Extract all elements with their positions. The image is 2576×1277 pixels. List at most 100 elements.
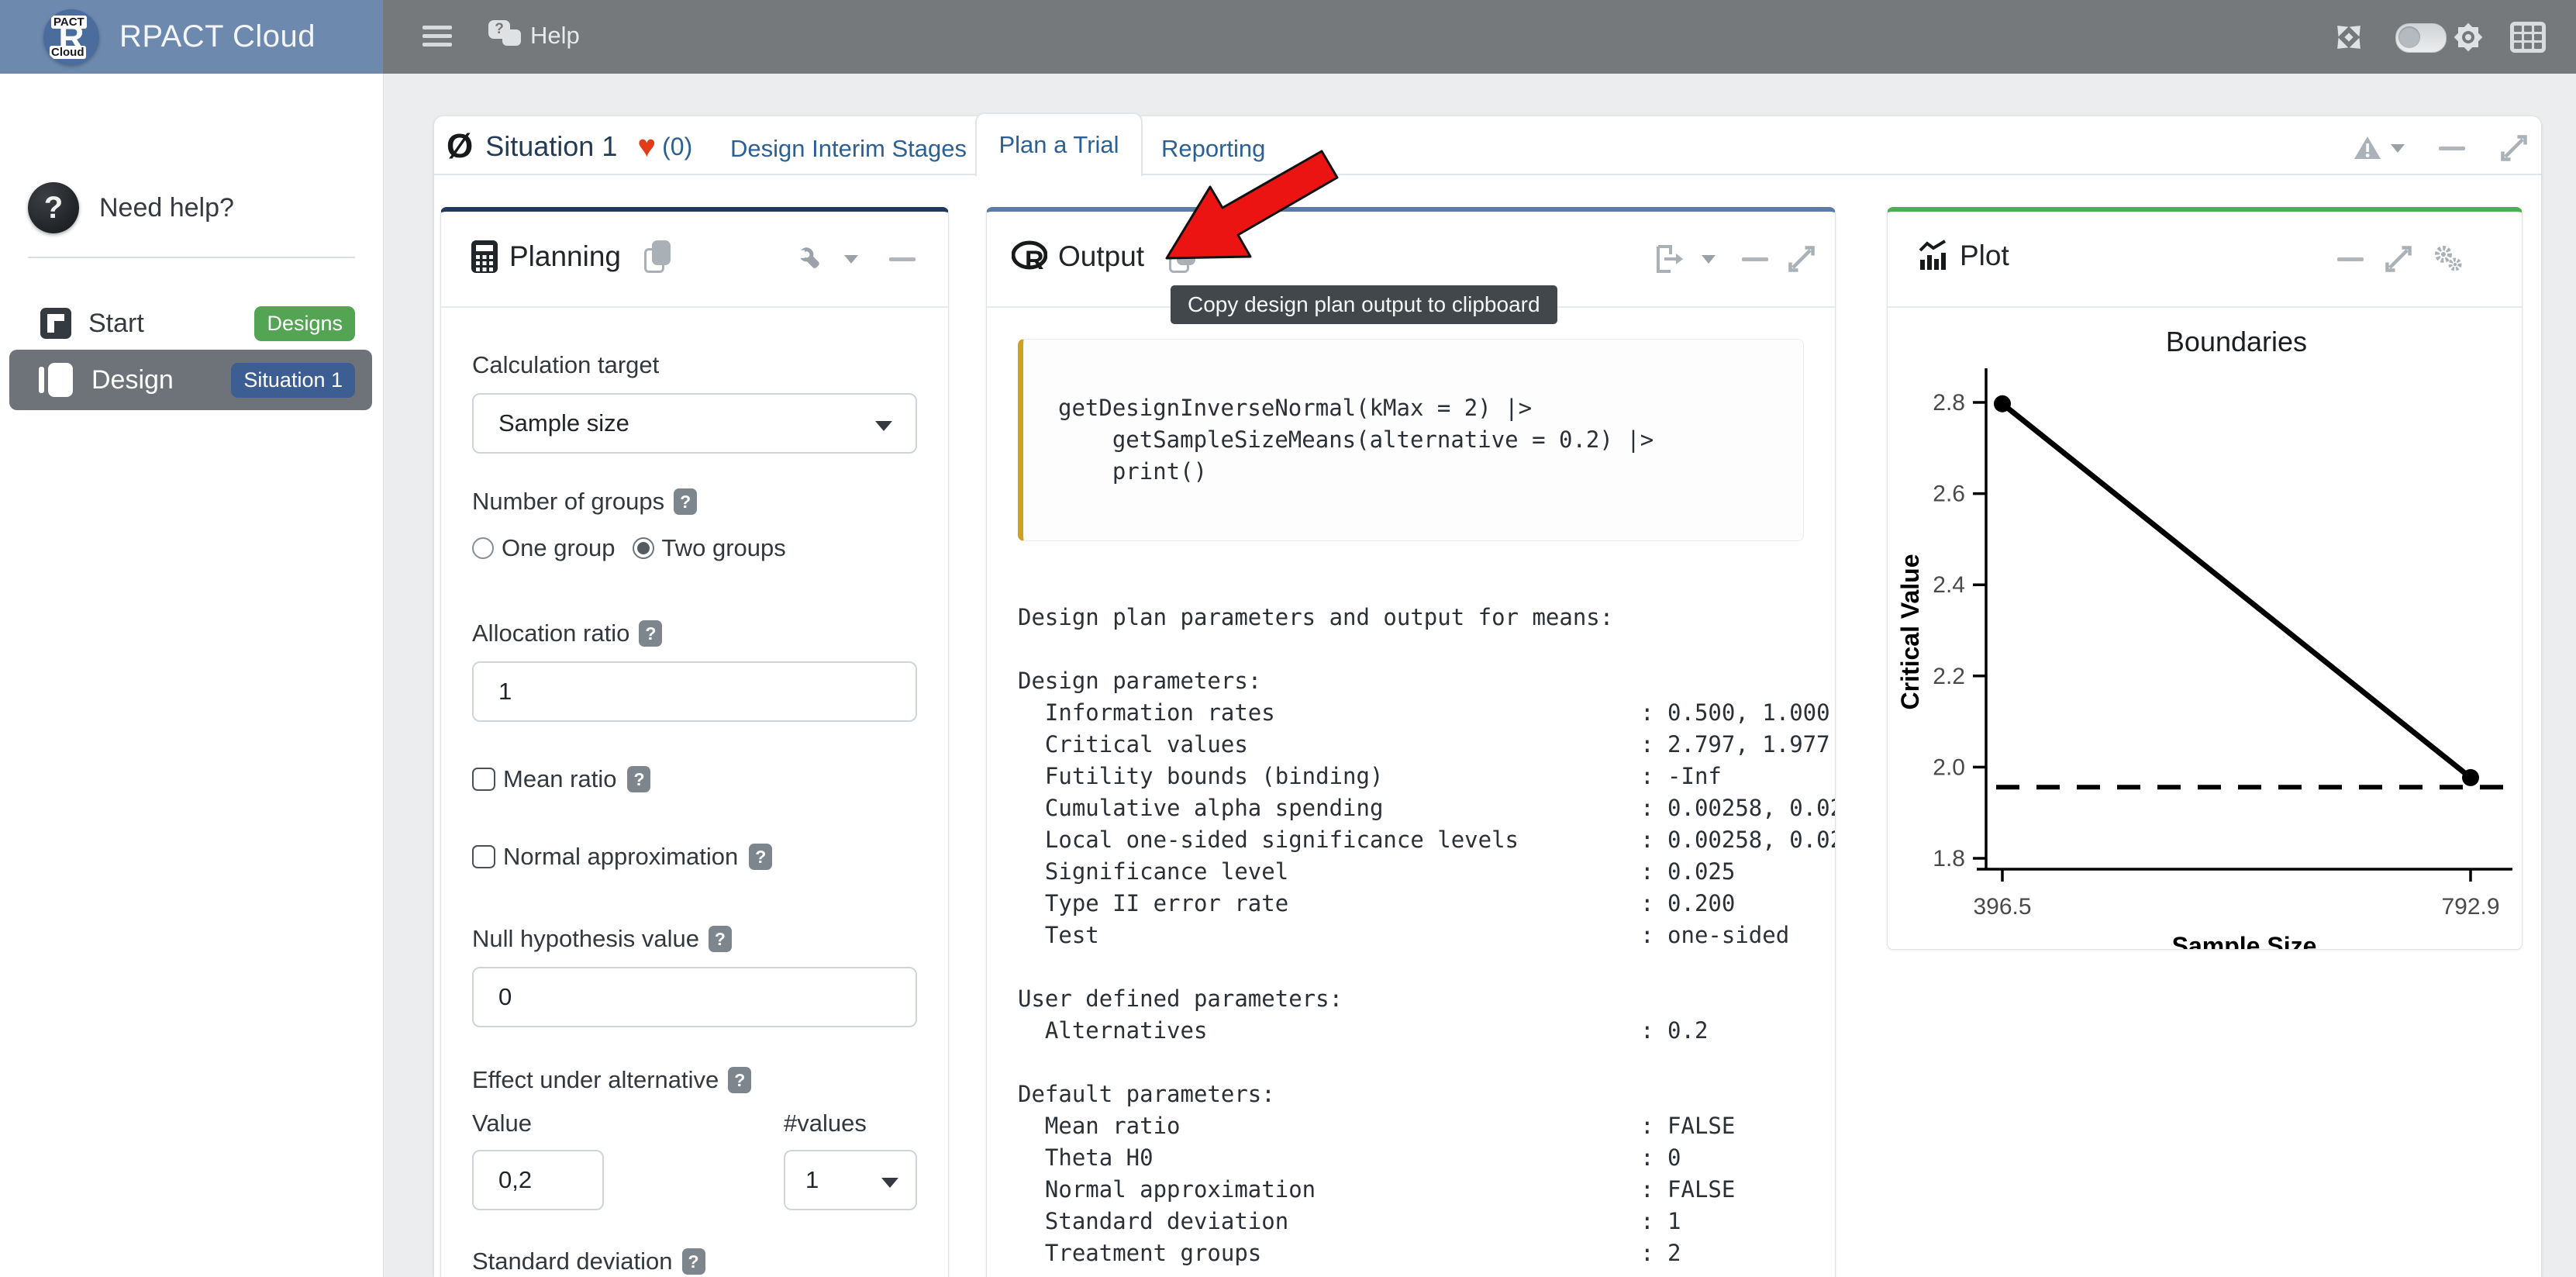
svg-text:1.8: 1.8 [1933,846,1965,871]
top-bar: ? Help [0,0,2576,74]
sidebar-item-design[interactable]: Design Situation 1 [9,350,372,410]
collapse-output-icon[interactable] [1742,257,1768,261]
output-panel: R Output [986,207,1836,1277]
warning-icon[interactable] [2354,135,2381,161]
r-code: getDesignInverseNormal(kMax = 2) |> getS… [1058,392,1768,488]
help-badge-icon[interactable]: ? [627,766,650,792]
start-icon [40,308,71,339]
number-of-groups-label: Number of groups? [472,488,917,516]
collapse-planning-icon[interactable] [889,257,916,261]
warning-caret-icon[interactable] [2391,144,2405,153]
settings-sun-icon[interactable] [2451,20,2485,54]
apps-grid-icon[interactable] [2510,22,2546,53]
copy-planning-icon[interactable] [644,240,671,273]
r-logo-icon: R [1012,240,1047,274]
chevron-down-icon [881,1178,898,1188]
nvalues-select[interactable]: 1 [784,1150,917,1210]
boundaries-chart: BoundariesCritical Value1.82.02.22.42.62… [1888,306,2523,950]
plot-settings-gears-icon[interactable] [2433,245,2463,273]
sidebar-item-start[interactable]: Start Designs [9,293,372,354]
app-title: RPACT Cloud [119,19,316,54]
start-label: Start [88,309,254,339]
number-of-groups-options: One group Two groups [472,534,917,562]
collapse-card-icon[interactable] [2439,147,2465,150]
svg-text:2.6: 2.6 [1933,481,1965,507]
designs-badge: Designs [254,306,355,341]
calculation-target-label: Calculation target [472,351,917,379]
collapse-plot-icon[interactable] [2337,257,2364,261]
design-icon [39,363,74,397]
output-title: Output [1058,240,1144,273]
value-label: Value [472,1110,604,1137]
svg-text:2.8: 2.8 [1933,390,1965,416]
svg-text:792.9: 792.9 [2441,894,2499,920]
question-circle-icon: ? [28,182,79,233]
rpact-logo[interactable]: R PACT Cloud [43,9,99,65]
effect-inputs: 0,2 1 [472,1150,917,1210]
wrench-icon[interactable] [798,246,824,272]
normal-approximation-checkbox[interactable] [472,845,495,868]
tab-plan-a-trial[interactable]: Plan a Trial [975,112,1143,176]
nvalues-label: #values [784,1110,917,1137]
planning-panel-header: Planning [441,212,948,308]
help-badge-icon[interactable]: ? [674,488,697,515]
effect-value-input[interactable]: 0,2 [472,1150,604,1210]
hamburger-menu-icon[interactable] [422,26,452,47]
plot-panel: Plot BoundariesCritical Value1.82.02.22. [1887,207,2523,950]
allocation-ratio-label: Allocation ratio? [472,620,917,647]
help-badge-icon[interactable]: ? [682,1248,705,1275]
app-root: ? Help R PACT Cloud RPACT Cloud ? [0,0,2576,1277]
fullscreen-move-icon[interactable] [2325,13,2373,61]
tab-baseline [434,174,2541,175]
expand-card-icon[interactable] [2499,133,2529,163]
r-code-block: getDesignInverseNormal(kMax = 2) |> getS… [1018,339,1804,541]
svg-text:2.4: 2.4 [1933,572,1965,598]
sidebar-item-need-help[interactable]: ? Need help? [28,182,234,233]
design-label: Design [91,365,231,395]
export-icon[interactable] [1655,243,1683,274]
effect-under-alternative-label: Effect under alternative? [472,1066,917,1094]
svg-text:Boundaries: Boundaries [2166,326,2307,357]
tab-design-interim-stages[interactable]: Design Interim Stages [730,135,967,163]
help-badge-icon[interactable]: ? [639,620,662,647]
favorites-count: (0) [662,133,692,161]
help-chat-icon: ? [488,19,524,53]
allocation-ratio-input[interactable]: 1 [472,661,917,722]
mean-ratio-checkbox[interactable] [472,768,495,791]
empty-set-icon: Ø [447,127,473,166]
card-header-actions [2354,133,2529,163]
normal-approximation-row[interactable]: Normal approximation ? [472,843,917,871]
chevron-down-icon [875,421,892,431]
wrench-caret-icon[interactable] [844,255,858,264]
chart-icon [1916,240,1949,272]
planning-title: Planning [509,240,621,273]
help-badge-icon[interactable]: ? [749,844,772,870]
design-plan-report: Design plan parameters and output for me… [1018,602,1835,1269]
theme-toggle[interactable] [2395,23,2447,53]
planning-form: Calculation target Sample size Number of… [441,351,948,1277]
copy-tooltip: Copy design plan output to clipboard [1171,285,1557,324]
radio-one-group[interactable]: One group [472,534,616,562]
help-badge-icon[interactable]: ? [728,1067,751,1093]
help-label: Help [530,22,580,50]
radio-two-groups[interactable]: Two groups [633,534,786,562]
svg-text:2.2: 2.2 [1933,664,1965,689]
plot-title: Plot [1960,240,2009,272]
export-caret-icon[interactable] [1702,255,1716,264]
null-hypothesis-input[interactable]: 0 [472,967,917,1027]
mean-ratio-row[interactable]: Mean ratio ? [472,765,917,793]
expand-output-icon[interactable] [1787,244,1816,274]
svg-text:2.0: 2.0 [1933,754,1965,780]
expand-plot-icon[interactable] [2384,244,2413,274]
heart-icon[interactable]: ♥ [637,129,656,164]
effect-col-labels: Value #values [472,1110,917,1137]
help-badge-icon[interactable]: ? [709,926,732,952]
help-menu[interactable]: ? Help [488,19,580,53]
sidebar-divider [28,257,355,258]
calculation-target-select[interactable]: Sample size [472,393,917,454]
plot-panel-header: Plot [1888,212,2522,308]
sidebar: ? Need help? Start Designs Design Situat… [0,74,384,1277]
situation-badge: Situation 1 [231,363,355,398]
null-hypothesis-label: Null hypothesis value? [472,925,917,953]
calculator-icon [471,240,498,274]
